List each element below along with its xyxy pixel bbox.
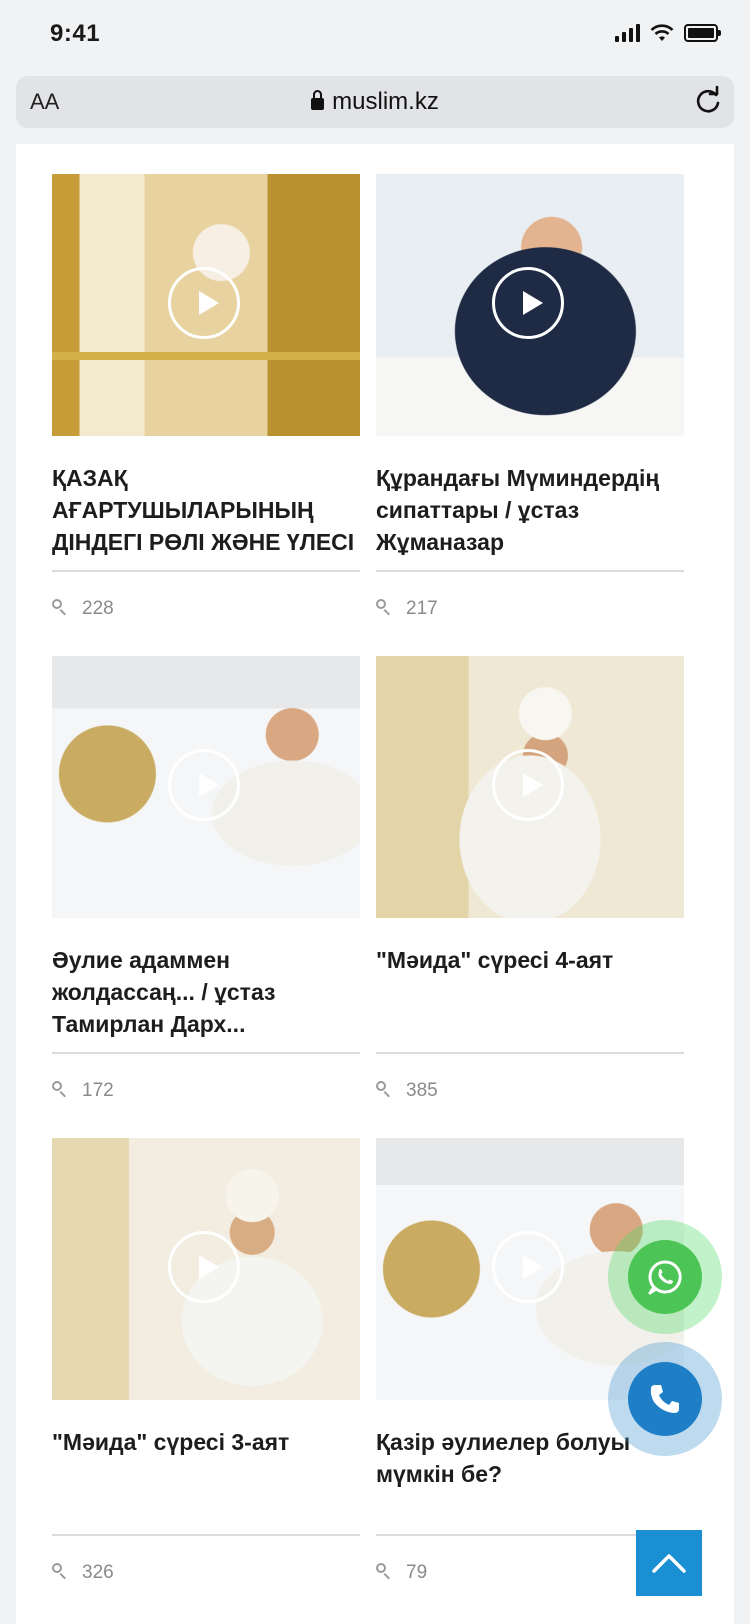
video-title[interactable]: ҚАЗАҚ АҒАРТУШЫЛАРЫНЫҢ ДІНДЕГІ РӨЛІ ЖӘНЕ … xyxy=(52,462,360,570)
view-count-value: 326 xyxy=(82,1562,114,1583)
address-bar[interactable]: AA muslim.kz xyxy=(16,76,734,128)
video-thumbnail[interactable] xyxy=(52,656,360,918)
video-thumbnail[interactable] xyxy=(52,1138,360,1400)
signal-icon xyxy=(615,24,640,42)
divider xyxy=(52,570,360,572)
view-count-value: 79 xyxy=(406,1562,428,1583)
video-thumbnail[interactable] xyxy=(376,656,684,918)
play-icon[interactable] xyxy=(492,749,564,821)
video-card[interactable]: "Мәида" сүресі 4-аят 385 xyxy=(376,656,684,1106)
view-count-value: 217 xyxy=(406,598,438,619)
status-time: 9:41 xyxy=(50,20,101,47)
whatsapp-button[interactable] xyxy=(628,1240,702,1314)
video-card[interactable]: Әулие адаммен жолдассаң... / ұстаз Тамир… xyxy=(52,656,360,1106)
view-count: 385 xyxy=(376,1076,684,1106)
wifi-icon xyxy=(650,24,674,41)
play-icon[interactable] xyxy=(492,1231,564,1303)
view-count: 228 xyxy=(52,594,360,624)
divider xyxy=(376,1052,684,1054)
search-icon xyxy=(52,599,66,613)
video-title[interactable]: Әулие адаммен жолдассаң... / ұстаз Тамир… xyxy=(52,944,360,1052)
play-icon[interactable] xyxy=(168,749,240,821)
search-icon xyxy=(52,1563,66,1577)
search-icon xyxy=(52,1081,66,1095)
divider xyxy=(376,570,684,572)
phone-icon xyxy=(650,1385,679,1413)
video-thumbnail[interactable] xyxy=(376,174,684,436)
video-title[interactable]: Құрандағы Мүминдердің сипаттары / ұстаз … xyxy=(376,462,684,570)
view-count-value: 385 xyxy=(406,1080,438,1101)
video-title[interactable]: "Мәида" сүресі 4-аят xyxy=(376,944,684,1052)
video-card[interactable]: ҚАЗАҚ АҒАРТУШЫЛАРЫНЫҢ ДІНДЕГІ РӨЛІ ЖӘНЕ … xyxy=(52,174,360,624)
view-count: 172 xyxy=(52,1076,360,1106)
play-icon[interactable] xyxy=(168,267,240,339)
video-title[interactable]: "Мәида" сүресі 3-аят xyxy=(52,1426,360,1534)
search-icon xyxy=(376,1081,390,1095)
view-count: 326 xyxy=(52,1558,360,1588)
play-icon[interactable] xyxy=(492,267,564,339)
search-icon xyxy=(376,599,390,613)
video-thumbnail[interactable] xyxy=(52,174,360,436)
arrow-up-icon xyxy=(652,1554,686,1573)
status-bar: 9:41 xyxy=(0,0,750,70)
phone-button[interactable] xyxy=(628,1362,702,1436)
url-text: muslim.kz xyxy=(332,88,439,115)
status-icons xyxy=(615,24,721,42)
scroll-to-top-button[interactable] xyxy=(636,1530,702,1596)
search-icon xyxy=(376,1563,390,1577)
play-icon[interactable] xyxy=(168,1231,240,1303)
divider xyxy=(52,1534,360,1536)
view-count: 217 xyxy=(376,594,684,624)
lock-icon xyxy=(311,90,325,110)
divider xyxy=(52,1052,360,1054)
whatsapp-icon xyxy=(648,1260,682,1295)
view-count-value: 228 xyxy=(82,598,114,619)
view-count-value: 172 xyxy=(82,1080,114,1101)
url-display[interactable]: muslim.kz xyxy=(16,88,734,116)
battery-icon xyxy=(684,24,721,42)
reload-icon[interactable] xyxy=(692,85,724,117)
video-card[interactable]: Құрандағы Мүминдердің сипаттары / ұстаз … xyxy=(376,174,684,624)
video-card[interactable]: "Мәида" сүресі 3-аят 326 xyxy=(52,1138,360,1588)
